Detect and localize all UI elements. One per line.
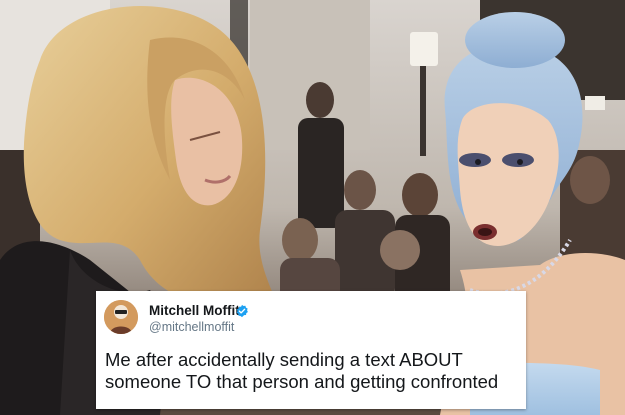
avatar[interactable] xyxy=(104,300,138,334)
tweet-card[interactable]: Mitchell Moffit @mitchellmoffit Me after… xyxy=(96,291,526,409)
user-handle[interactable]: @mitchellmoffit xyxy=(149,320,234,334)
verified-badge-icon xyxy=(236,304,248,318)
display-name[interactable]: Mitchell Moffit xyxy=(149,303,240,318)
tweet-text: Me after accidentally sending a text ABO… xyxy=(105,349,499,392)
